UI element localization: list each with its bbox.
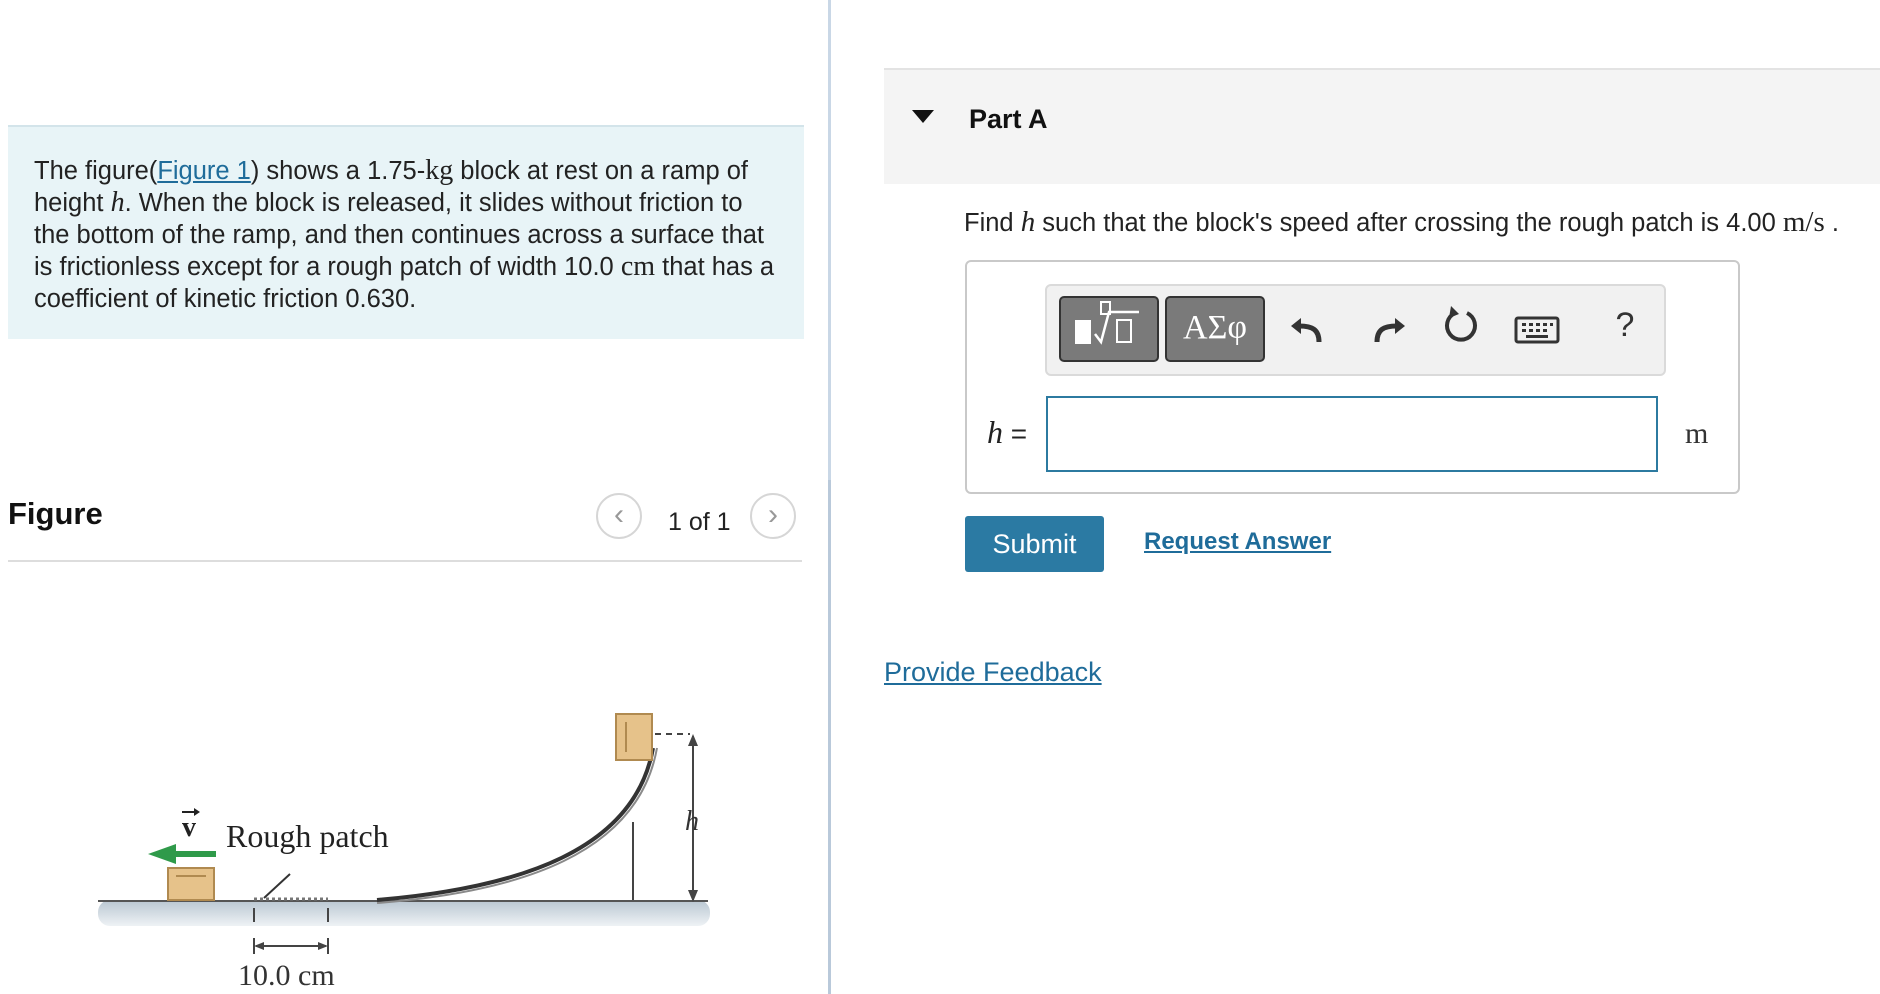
ramp-figure: h v Rough patch 10.0 cm <box>98 713 710 992</box>
question-fragment: such that the block's speed after crossi… <box>1035 209 1783 237</box>
ramp-curve <box>376 747 655 902</box>
templates-button[interactable] <box>1059 296 1159 362</box>
equals-sign: = <box>1003 418 1028 449</box>
block-bottom <box>167 867 215 901</box>
answer-box: ΑΣφ ? h = m <box>965 260 1740 494</box>
figure-title: Figure <box>8 496 103 531</box>
question-fragment: Find <box>964 209 1021 237</box>
rough-patch-label: Rough patch <box>226 818 389 854</box>
width-label: 10.0 cm <box>238 959 335 992</box>
reset-icon[interactable] <box>1439 304 1483 348</box>
request-answer-link[interactable]: Request Answer <box>1144 528 1331 556</box>
redo-icon[interactable] <box>1365 304 1409 348</box>
question-text: Find h such that the block's speed after… <box>964 206 1839 239</box>
answer-variable: h <box>987 414 1003 450</box>
answer-label: h = <box>987 414 1027 451</box>
velocity-label: v <box>182 812 196 843</box>
ground-surface <box>98 900 710 926</box>
answer-unit: m <box>1685 417 1709 450</box>
problem-statement: The figure(Figure 1) shows a 1.75-kg blo… <box>8 125 804 339</box>
height-label: h <box>685 806 699 837</box>
provide-feedback-link[interactable]: Provide Feedback <box>884 657 1102 688</box>
previous-figure-button[interactable]: ‹ <box>596 493 642 539</box>
question-fragment: . <box>1824 209 1839 237</box>
speed-unit: m/s <box>1782 206 1825 238</box>
help-icon[interactable]: ? <box>1605 306 1645 350</box>
symbols-button[interactable]: ΑΣφ <box>1165 296 1265 362</box>
velocity-arrow <box>148 844 216 864</box>
block-top <box>615 713 653 761</box>
width-unit: cm <box>620 251 656 282</box>
figure-counter: 1 of 1 <box>668 508 731 536</box>
problem-text: ) shows a 1.75- <box>250 157 426 185</box>
templates-icon <box>1075 301 1139 345</box>
figure-link[interactable]: Figure 1 <box>157 157 251 185</box>
problem-text: The figure( <box>34 157 158 185</box>
pane-divider-shade <box>828 480 831 994</box>
math-toolbar: ΑΣφ ? <box>1045 284 1666 376</box>
part-header[interactable]: Part A <box>884 68 1880 184</box>
undo-icon[interactable] <box>1287 304 1331 348</box>
submit-button[interactable]: Submit <box>965 516 1104 572</box>
mass-unit: kg <box>425 155 454 186</box>
height-variable: h <box>110 187 125 218</box>
next-figure-button[interactable]: › <box>750 493 796 539</box>
part-title: Part A <box>969 104 1048 134</box>
figure-header: Figure ‹ 1 of 1 › <box>8 488 802 562</box>
collapse-caret-icon[interactable] <box>912 110 934 123</box>
answer-input[interactable] <box>1046 396 1658 472</box>
keyboard-icon[interactable] <box>1513 306 1561 350</box>
question-variable: h <box>1020 206 1036 238</box>
